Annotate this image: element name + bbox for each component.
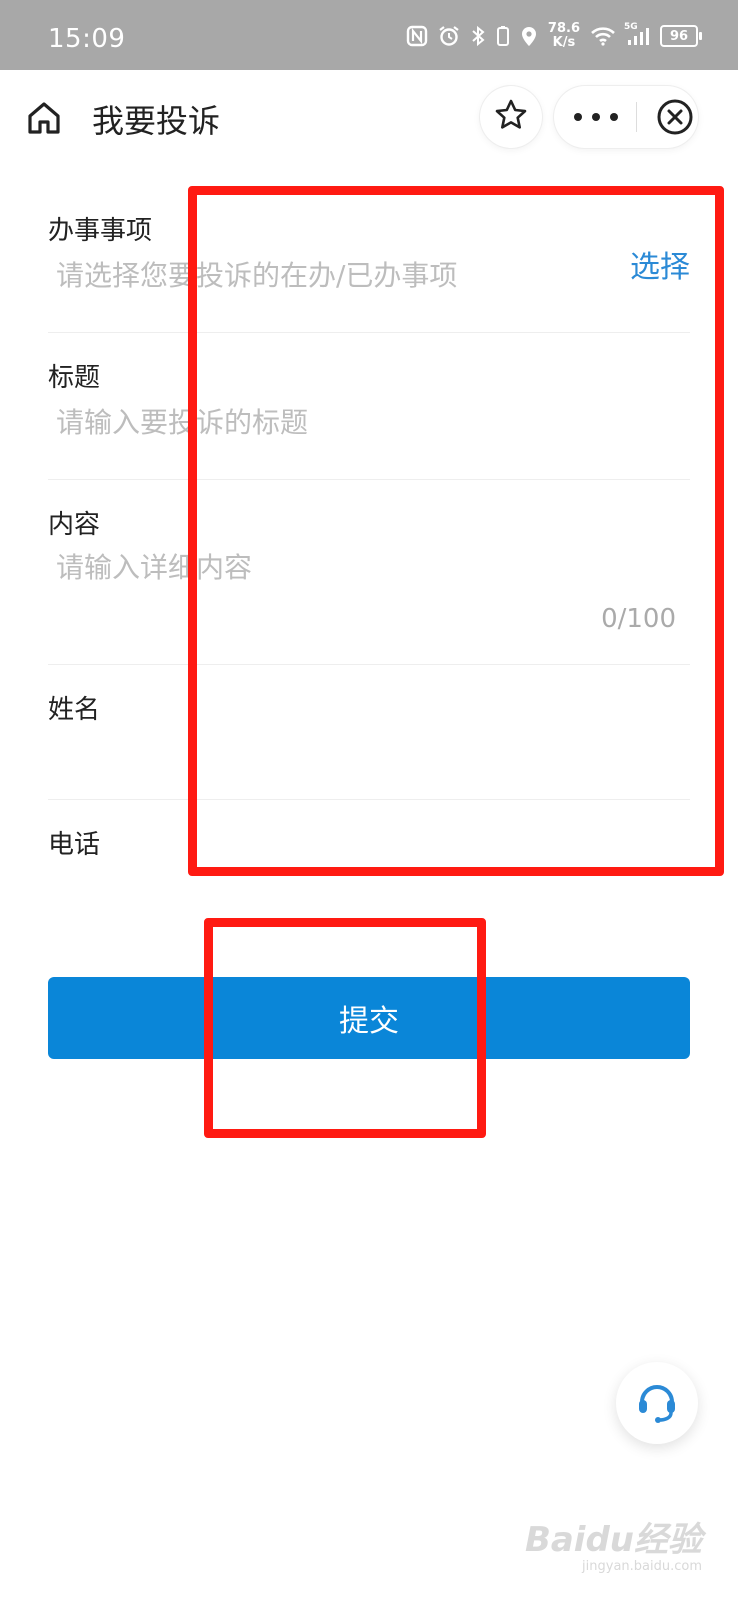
page-title: 我要投诉 [92,102,221,140]
home-icon[interactable] [24,98,64,138]
annotation-box-form [188,186,724,876]
status-bar: 15:09 78.6 K/s 5G 96 [0,0,738,70]
watermark-url: jingyan.baidu.com [582,1559,702,1574]
favorite-button[interactable] [480,86,542,148]
wifi-icon [590,26,616,46]
status-time: 15:09 [48,24,126,54]
alarm-icon [438,25,460,47]
status-icons: 78.6 K/s 5G 96 [406,18,702,54]
capsule-divider [636,102,637,132]
more-dots-icon [574,113,582,121]
battery-indicator: 96 [660,25,702,47]
baidu-jingyan-watermark: Baidu经验 jingyan.baidu.com [525,1512,702,1574]
close-button[interactable] [656,98,694,136]
nfc-icon [406,25,428,47]
name-label: 姓名 [48,695,101,725]
annotation-box-submit [204,918,486,1138]
bluetooth-icon [470,25,486,47]
vibrate-battery-icon [496,25,510,47]
menu-capsule [554,86,698,148]
headset-icon [632,1376,682,1430]
customer-service-button[interactable] [616,1362,698,1444]
more-options-button[interactable] [574,104,618,130]
phone-label: 电话 [48,830,101,860]
watermark-logo: Baidu经验 [524,1520,702,1560]
network-speed: 78.6 K/s [547,21,580,50]
content-label: 内容 [48,510,101,540]
star-icon [493,97,529,137]
title-label: 标题 [48,363,101,393]
nav-bar: 我要投诉 [0,70,738,166]
cellular-signal-icon: 5G [624,22,650,46]
location-icon [520,25,538,47]
matter-label: 办事事项 [48,216,153,246]
close-circle-icon [656,99,694,140]
